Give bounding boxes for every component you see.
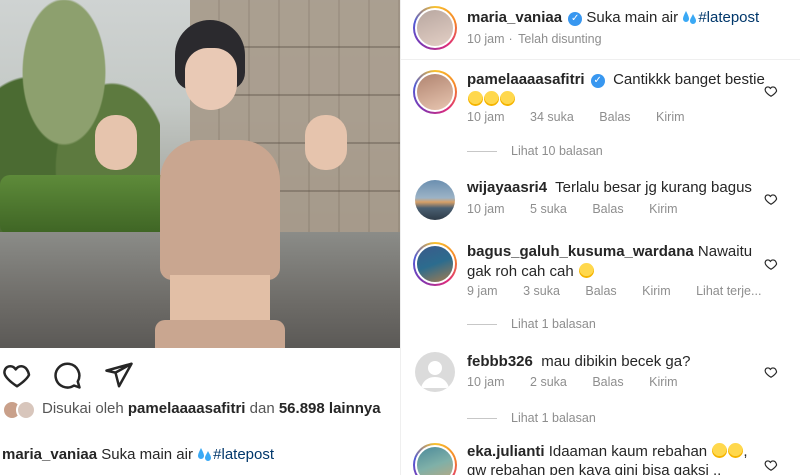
small-heart-icon[interactable] bbox=[764, 257, 778, 271]
send-button[interactable]: Kirim bbox=[642, 284, 670, 298]
comment-avatar[interactable] bbox=[415, 352, 455, 392]
comment-text: Terlalu besar jg kurang bagus bbox=[555, 179, 752, 196]
verified-icon: ✓ bbox=[590, 74, 605, 88]
comment-time: 9 jam bbox=[467, 284, 498, 298]
likes-prefix: Disukai oleh bbox=[42, 400, 124, 417]
comment-like-count[interactable]: 3 suka bbox=[523, 284, 560, 298]
likes-suffix[interactable]: lainnya bbox=[329, 400, 381, 417]
comment-icon[interactable] bbox=[52, 360, 82, 390]
view-replies-button[interactable]: Lihat 1 balasan bbox=[467, 411, 596, 425]
comment-meta: 10 jam 5 suka Balas Kirim bbox=[467, 202, 700, 216]
post-image[interactable] bbox=[0, 0, 400, 348]
likes-conjunction: dan bbox=[249, 400, 275, 417]
reply-button[interactable]: Balas bbox=[585, 284, 616, 298]
comment-avatar[interactable] bbox=[413, 443, 457, 475]
comment-like-count[interactable]: 34 suka bbox=[530, 110, 574, 124]
reply-button[interactable]: Balas bbox=[592, 202, 623, 216]
view-replies-button[interactable]: Lihat 10 balasan bbox=[467, 144, 603, 158]
verified-icon: ✓ bbox=[568, 12, 583, 26]
background-hedge bbox=[0, 175, 175, 235]
laughing-emoji-icon bbox=[712, 443, 728, 458]
author-username[interactable]: maria_vaniaa bbox=[467, 9, 562, 26]
small-heart-icon[interactable] bbox=[764, 365, 778, 379]
view-replies-button[interactable]: Lihat 1 balasan bbox=[467, 317, 596, 331]
header-caption: Suka main air bbox=[586, 9, 679, 26]
comment: eka.julianti Idaaman kaum rebahan , gw r… bbox=[467, 442, 767, 475]
small-heart-icon[interactable] bbox=[764, 84, 778, 98]
comment-meta: 9 jam 3 suka Balas Kirim Lihat terje... bbox=[467, 284, 783, 298]
liker-username[interactable]: pamelaaaasafitri bbox=[128, 400, 246, 417]
comments-panel: maria_vaniaa ✓ Suka main air #latepost 1… bbox=[400, 0, 800, 475]
heart-eyes-emoji-icon bbox=[468, 91, 483, 106]
post-actions bbox=[0, 360, 400, 390]
comment: febbb326 mau dibikin becek ga? bbox=[467, 352, 767, 372]
author-avatar[interactable] bbox=[413, 6, 457, 50]
avatar bbox=[16, 400, 36, 420]
comment-text: mau dibikin becek ga? bbox=[541, 353, 691, 370]
heart-eyes-emoji-icon bbox=[484, 91, 499, 106]
post-time: 10 jam bbox=[467, 32, 505, 46]
post-caption: maria_vaniaa Suka main air #latepost bbox=[2, 446, 274, 463]
likes-summary: Disukai oleh pamelaaaasafitri dan 56.898… bbox=[2, 398, 400, 420]
comment-avatar[interactable] bbox=[413, 242, 457, 286]
comment-like-count[interactable]: 5 suka bbox=[530, 202, 567, 216]
caption-hashtag[interactable]: #latepost bbox=[213, 446, 274, 463]
comment-username[interactable]: febbb326 bbox=[467, 353, 533, 370]
heart-eyes-emoji-icon bbox=[500, 91, 515, 106]
person-figure bbox=[95, 20, 347, 348]
comment-time: 10 jam bbox=[467, 375, 505, 389]
comment-text-continued: gw rebahan pen kaya gini bisa gaksi .. bbox=[467, 462, 722, 475]
comment-text: Cantikkk banget bestie bbox=[613, 71, 765, 88]
send-button[interactable]: Kirim bbox=[649, 375, 677, 389]
small-heart-icon[interactable] bbox=[764, 192, 778, 206]
share-icon[interactable] bbox=[104, 360, 134, 390]
comment-like-count[interactable]: 2 suka bbox=[530, 375, 567, 389]
translate-button[interactable]: Lihat terje... bbox=[696, 284, 761, 298]
comment-username[interactable]: bagus_galuh_kusuma_wardana bbox=[467, 243, 694, 260]
post-header: maria_vaniaa ✓ Suka main air #latepost 1… bbox=[401, 0, 800, 60]
sweat-droplets-icon bbox=[683, 11, 697, 24]
reply-button[interactable]: Balas bbox=[592, 375, 623, 389]
comment-time: 10 jam bbox=[467, 110, 505, 124]
edited-label: Telah disunting bbox=[518, 32, 602, 46]
send-button[interactable]: Kirim bbox=[649, 202, 677, 216]
caption-username[interactable]: maria_vaniaa bbox=[2, 446, 97, 463]
caption-text: Suka main air bbox=[101, 446, 193, 463]
reply-button[interactable]: Balas bbox=[599, 110, 630, 124]
comment-time: 10 jam bbox=[467, 202, 505, 216]
comment-username[interactable]: pamelaaaasafitri bbox=[467, 71, 585, 88]
heart-eyes-emoji-icon bbox=[728, 443, 744, 458]
heart-icon[interactable] bbox=[2, 360, 32, 390]
comment-username[interactable]: wijayaasri4 bbox=[467, 179, 547, 196]
comment-username[interactable]: eka.julianti bbox=[467, 443, 545, 460]
raising-hands-emoji-icon bbox=[578, 263, 594, 278]
comment: bagus_galuh_kusuma_wardana Nawaitu gak r… bbox=[467, 242, 767, 282]
comment-meta: 10 jam 34 suka Balas Kirim bbox=[467, 110, 707, 124]
post-meta: 10 jam · Telah disunting bbox=[467, 32, 602, 46]
likes-count[interactable]: 56.898 bbox=[279, 400, 325, 417]
comment: pamelaaaasafitri ✓ Cantikkk banget besti… bbox=[467, 70, 767, 110]
comment-text: Idaaman kaum rebahan bbox=[548, 443, 708, 460]
send-button[interactable]: Kirim bbox=[656, 110, 684, 124]
comment-avatar[interactable] bbox=[415, 180, 455, 220]
comment: wijayaasri4 Terlalu besar jg kurang bagu… bbox=[467, 178, 767, 198]
header-hashtag[interactable]: #latepost bbox=[698, 9, 759, 26]
liker-avatars bbox=[2, 398, 42, 420]
comment-avatar[interactable] bbox=[413, 70, 457, 114]
small-heart-icon[interactable] bbox=[764, 458, 778, 472]
sweat-droplets-icon bbox=[198, 448, 212, 461]
comment-meta: 10 jam 2 suka Balas Kirim bbox=[467, 375, 700, 389]
default-user-icon bbox=[421, 361, 449, 388]
